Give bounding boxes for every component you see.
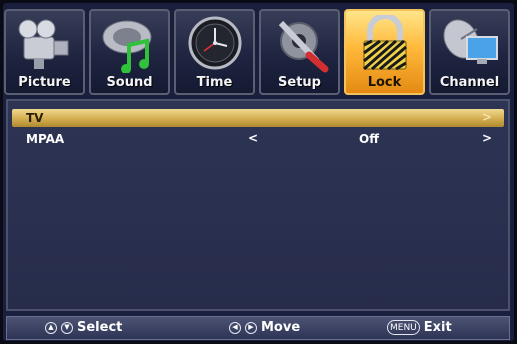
tab-label: Channel	[439, 75, 500, 90]
music-note-icon	[102, 20, 152, 73]
right-button-icon: ▶	[245, 321, 257, 334]
tab-lock[interactable]: Lock	[344, 9, 425, 95]
right-arrow-icon[interactable]: >	[482, 131, 492, 145]
help-exit: MENU Exit	[387, 320, 452, 335]
menu-row-tv[interactable]: TV >	[12, 109, 504, 127]
tab-label: Lock	[367, 75, 402, 90]
menu-key-icon: MENU	[387, 320, 420, 335]
menu-row-label: MPAA	[26, 132, 65, 146]
help-select: ▲ ▼ Select	[45, 320, 122, 335]
menu-row-value: Off	[359, 132, 379, 146]
camcorder-icon	[18, 19, 69, 69]
help-select-label: Select	[77, 320, 123, 335]
satellite-dish-icon	[443, 19, 498, 64]
up-button-icon: ▲	[45, 321, 57, 334]
menu-row-label: TV	[26, 111, 44, 125]
left-button-icon: ◀	[229, 321, 241, 334]
tab-label: Picture	[18, 75, 71, 90]
tab-label: Time	[196, 75, 233, 90]
tab-channel[interactable]: Channel	[429, 9, 510, 95]
tab-time[interactable]: Time	[174, 9, 255, 95]
padlock-icon	[363, 15, 407, 71]
menu-row-mpaa[interactable]: MPAA < Off >	[12, 130, 504, 148]
tab-setup[interactable]: Setup	[259, 9, 340, 95]
right-arrow-icon[interactable]: >	[482, 110, 492, 124]
tab-label: Sound	[106, 75, 153, 90]
down-button-icon: ▼	[61, 321, 73, 334]
lock-menu-panel: TV > MPAA < Off >	[6, 99, 510, 311]
clock-icon	[188, 16, 242, 70]
tab-label: Setup	[278, 75, 321, 90]
help-bar: ▲ ▼ Select ◀ ▶ Move MENU Exit	[6, 316, 510, 340]
left-arrow-icon[interactable]: <	[248, 131, 258, 145]
tools-icon	[278, 20, 329, 73]
help-move-label: Move	[261, 320, 301, 335]
tab-sound[interactable]: Sound	[89, 9, 170, 95]
tab-bar: Picture Sound Time Setup Lock Channel	[4, 9, 513, 95]
help-move: ◀ ▶ Move	[229, 320, 300, 335]
help-exit-label: Exit	[423, 320, 452, 335]
tab-picture[interactable]: Picture	[4, 9, 85, 95]
